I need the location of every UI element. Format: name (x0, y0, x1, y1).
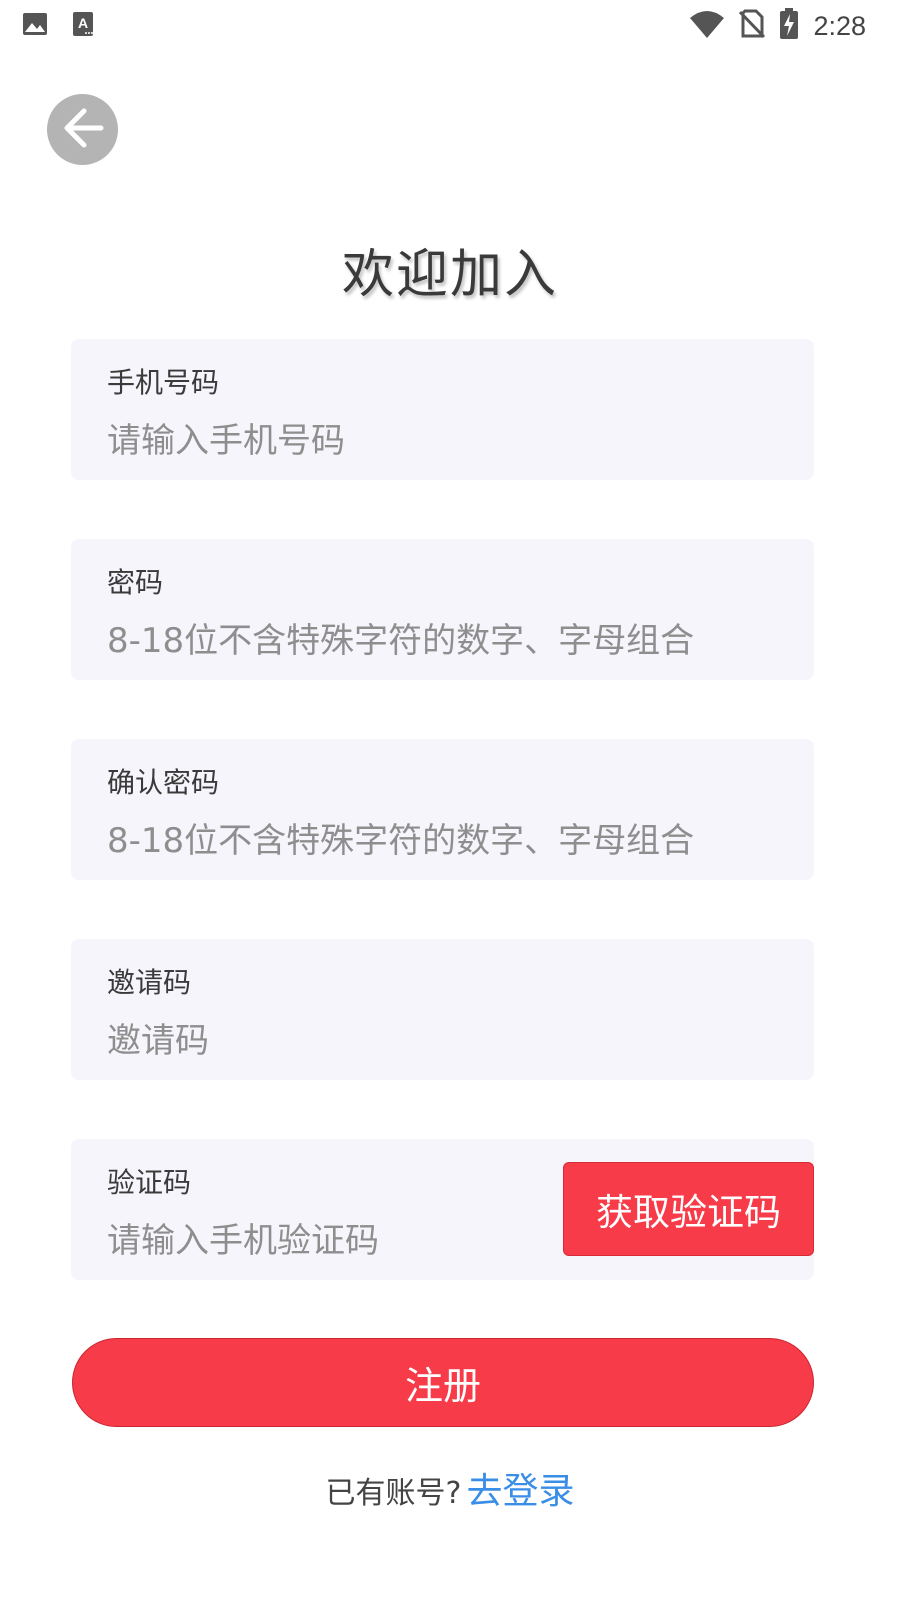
invite-code-field: 邀请码 (71, 939, 814, 1080)
confirm-password-label: 确认密码 (107, 766, 220, 799)
confirm-password-input[interactable] (107, 817, 767, 865)
password-input[interactable] (107, 617, 767, 665)
text-a-icon: A (72, 11, 96, 41)
arrow-left-icon (60, 105, 106, 155)
login-prompt: 已有账号? (325, 1476, 462, 1511)
battery-charging-icon (779, 8, 799, 44)
password-field: 密码 (71, 539, 814, 680)
phone-label: 手机号码 (107, 366, 220, 399)
register-button[interactable]: 注册 (72, 1338, 814, 1427)
register-screen: A 2:28 欢迎加入 手机号码 请输入手机号码 密码 确认密码 邀请码 邀请码… (0, 0, 900, 1600)
confirm-password-field: 确认密码 (71, 739, 814, 880)
page-title: 欢迎加入 (341, 245, 558, 305)
invite-code-label: 邀请码 (107, 966, 192, 999)
back-button[interactable] (47, 94, 118, 165)
status-time: 2:28 (813, 10, 866, 41)
verify-code-label: 验证码 (107, 1166, 192, 1199)
image-icon (22, 11, 48, 41)
verify-code-input[interactable] (107, 1217, 527, 1265)
phone-field: 手机号码 (71, 339, 814, 480)
login-row: 已有账号? 去登录 (0, 1462, 900, 1514)
phone-input[interactable] (107, 417, 767, 465)
svg-text:A: A (78, 15, 88, 31)
verify-code-field: 验证码 获取验证码 (71, 1139, 814, 1280)
no-sim-icon (739, 9, 766, 43)
login-link[interactable]: 去登录 (467, 1471, 575, 1512)
status-bar: A 2:28 (0, 0, 900, 50)
password-label: 密码 (107, 566, 164, 599)
wifi-icon (689, 9, 725, 43)
invite-code-input[interactable] (107, 1017, 767, 1065)
get-code-button[interactable]: 获取验证码 (563, 1162, 814, 1256)
